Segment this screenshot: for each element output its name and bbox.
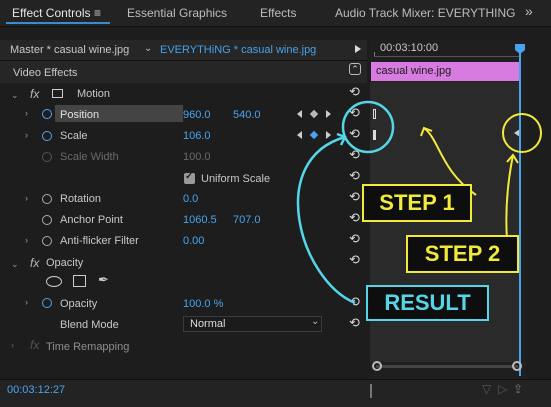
step2-callout: STEP 2	[406, 235, 519, 273]
step2-highlight-circle	[502, 113, 542, 153]
step1-callout: STEP 1	[362, 184, 472, 222]
step2-arrow	[505, 154, 514, 241]
result-highlight-circle	[341, 100, 395, 154]
result-callout: RESULT	[366, 285, 489, 321]
result-arrow	[296, 135, 356, 305]
